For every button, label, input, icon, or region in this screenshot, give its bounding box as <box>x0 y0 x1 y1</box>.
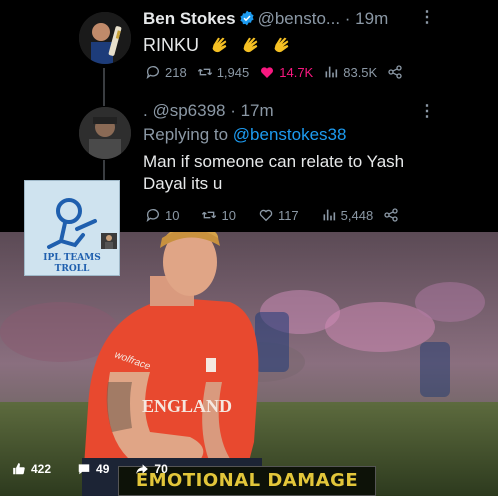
comment-count: 49 <box>96 462 110 476</box>
share-button[interactable] <box>387 64 407 80</box>
share-reaction-button[interactable]: 70 <box>135 462 168 476</box>
retweet-button[interactable]: 1,945 <box>197 64 250 80</box>
replying-to-label: Replying to <box>143 125 229 144</box>
share-arrow-icon <box>136 464 149 475</box>
tweet2-text: Man if someone can relate to Yash Dayal … <box>143 152 405 193</box>
logo-text-line1: IPL TEAMS <box>43 253 101 263</box>
jersey-crest-icon <box>206 358 216 372</box>
sp6398-avatar[interactable] <box>79 107 131 159</box>
like-count: 14.7K <box>279 64 314 80</box>
tweet1-header: Ben Stokes @bensto... · 19m <box>143 9 388 29</box>
views-icon <box>325 66 338 78</box>
tweet1-handle[interactable]: @bensto... <box>258 9 340 28</box>
like-count: 117 <box>277 207 299 223</box>
retweet-count: 10 <box>221 207 236 223</box>
tweet1-more-icon[interactable]: ⋮ <box>419 7 435 27</box>
tweet2-handle[interactable]: . @sp6398 <box>143 101 225 120</box>
views-button[interactable]: 83.5K <box>323 64 377 80</box>
heart-filled-icon <box>261 67 274 78</box>
reply-count: 218 <box>165 64 187 80</box>
thumbs-up-icon <box>13 463 25 475</box>
tweet1-time[interactable]: · 19m <box>345 9 388 28</box>
share-button[interactable] <box>383 207 403 223</box>
replying-to-line: Replying to @benstokes38 <box>143 125 346 145</box>
like-button[interactable]: 117 <box>258 207 299 223</box>
clap-emoji-icon <box>212 37 227 53</box>
tweet1-name[interactable]: Ben Stokes <box>143 9 236 28</box>
tweet2-actions: 10 10 117 5,448 <box>145 207 413 223</box>
ipl-teams-troll-logo: IPL TEAMS TROLL <box>24 180 120 276</box>
comment-icon <box>78 464 90 475</box>
reply-icon <box>146 209 159 222</box>
share-icon <box>388 65 402 79</box>
view-count: 5,448 <box>340 207 374 223</box>
retweet-button[interactable]: 10 <box>201 207 236 223</box>
facebook-reaction-bar: 422 49 70 <box>0 462 168 476</box>
like-reaction-count: 422 <box>31 462 52 476</box>
view-count: 83.5K <box>343 64 378 80</box>
like-button[interactable]: 14.7K <box>259 64 313 80</box>
clap-emoji-icon <box>243 37 258 53</box>
reply-count: 10 <box>165 207 180 223</box>
views-button[interactable]: 5,448 <box>321 207 374 223</box>
retweet-count: 1,945 <box>216 64 250 80</box>
clap-emoji-icon <box>274 37 289 53</box>
reply-button[interactable]: 10 <box>145 207 179 223</box>
retweet-icon <box>202 211 217 219</box>
ben-stokes-avatar[interactable] <box>79 12 131 64</box>
tweet1-actions: 218 1,945 14.7K 83.5K <box>145 64 417 80</box>
tweet2-more-icon[interactable]: ⋮ <box>419 101 435 121</box>
like-reaction-button[interactable]: 422 <box>12 462 51 476</box>
retweet-icon <box>197 68 212 76</box>
thread-line <box>103 160 105 182</box>
heart-outline-icon <box>259 209 273 222</box>
views-icon <box>323 209 335 221</box>
share-count: 70 <box>154 462 168 476</box>
tweet1-text: RINKU <box>143 33 292 56</box>
replying-to-mention[interactable]: @benstokes38 <box>233 125 347 144</box>
logo-text-line2: TROLL <box>54 264 90 274</box>
share-icon <box>384 208 398 222</box>
tweet2-header: . @sp6398 · 17m <box>143 101 274 121</box>
reply-icon <box>146 66 159 79</box>
tweet2-time[interactable]: · 17m <box>230 101 273 120</box>
comment-button[interactable]: 49 <box>77 462 109 476</box>
tweet1-text-content: RINKU <box>143 35 200 55</box>
reply-button[interactable]: 218 <box>145 64 187 80</box>
jersey-country-text: ENGLAND <box>142 396 232 416</box>
thread-line <box>103 68 105 106</box>
verified-badge-icon <box>239 10 254 26</box>
